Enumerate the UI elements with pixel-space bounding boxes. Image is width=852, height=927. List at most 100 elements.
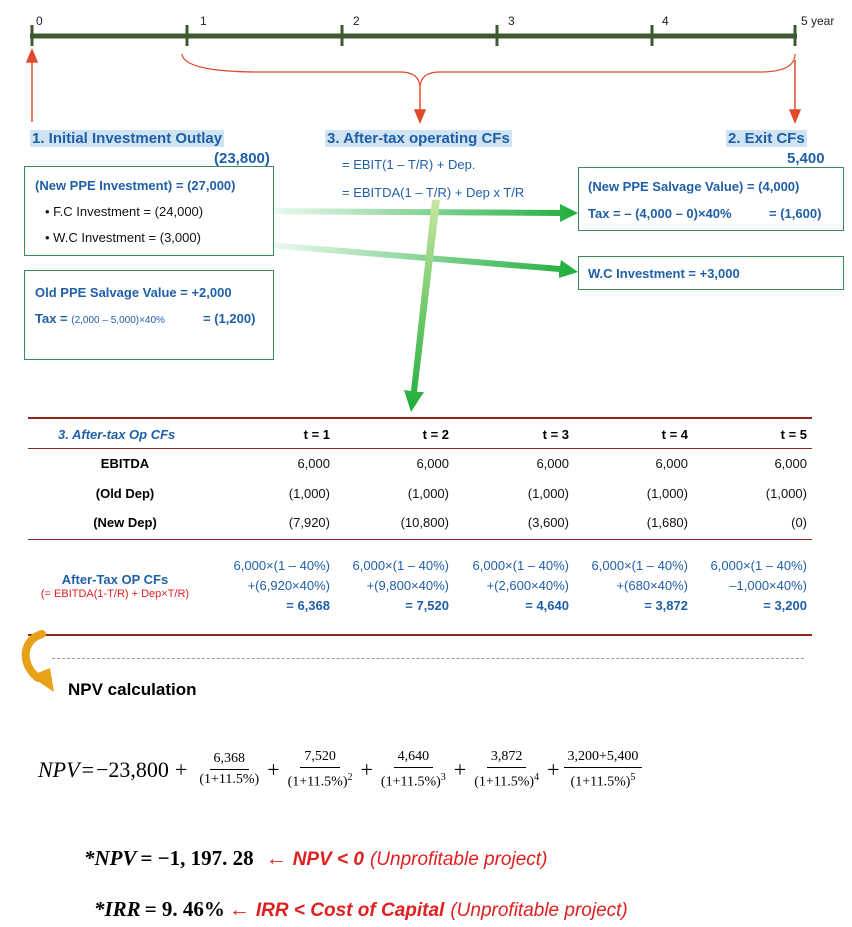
old-tax-label-text: Tax = [35, 311, 72, 326]
cf-calc-t1: 6,000×(1 – 40%) +(6,920×40%) = 6,368 [210, 556, 330, 616]
wc-investment-item: • W.C Investment = (3,000) [45, 230, 201, 245]
cf-calc-t3: 6,000×(1 – 40%) +(2,600×40%) = 4,640 [449, 556, 569, 616]
old-ppe-tax-label: Tax = (2,000 – 5,000)×40% [35, 311, 165, 326]
term-num: 7,520 [300, 748, 340, 768]
term-den-text: (1+11.5%) [287, 774, 348, 790]
irr-result-note: (Unprofitable project) [450, 900, 628, 921]
cf-calc-line: 6,000×(1 – 40%) [591, 558, 688, 573]
npv-initial: −23,800 [95, 756, 169, 782]
wc-recovery-box: W.C Investment = +3,000 [578, 256, 844, 290]
cf-calc-line: +(2,600×40%) [486, 578, 569, 593]
npv-result: *NPV = −1, 197. 28 ← NPV < 0 (Unprofitab… [84, 846, 547, 871]
exit-cf-title: 2. Exit CFs [726, 130, 807, 147]
table-cell: (0) [791, 515, 807, 530]
new-ppe-salvage-box: (New PPE Salvage Value) = (4,000) Tax = … [578, 167, 844, 231]
col-header-t2: t = 2 [422, 427, 449, 442]
npv-result-arrow: ← [265, 847, 287, 870]
wc-recovery-line: W.C Investment = +3,000 [588, 266, 740, 281]
cf-calc-line: 6,000×(1 – 40%) [472, 558, 569, 573]
old-ppe-tax-value: = (1,200) [203, 311, 256, 326]
term-num: 4,640 [393, 748, 434, 768]
salvage-line: (New PPE Salvage Value) = (4,000) [588, 179, 800, 194]
cf-calc-line: 6,000×(1 – 40%) [710, 558, 807, 573]
npv-term-5: 3,200+5,400 (1+11.5%)5 [563, 748, 643, 792]
tick-label-1: 1 [200, 14, 207, 28]
new-ppe-line: (New PPE Investment) = (27,000) [35, 178, 236, 193]
operating-cf-title: 3. After-tax operating CFs [325, 130, 512, 147]
npv-result-note: (Unprofitable project) [369, 849, 548, 870]
section-separator [52, 658, 804, 659]
cf-calc-line: +(680×40%) [616, 578, 688, 593]
initial-outlay-amount: (23,800) [214, 150, 270, 167]
plus-op: + [360, 756, 373, 782]
table-cell: (10,800) [400, 515, 449, 530]
npv-term-1: 6,368 (1+11.5%) [195, 750, 263, 789]
tick-label-0: 0 [36, 14, 43, 28]
fc-investment-text: F.C Investment = (24,000) [53, 204, 204, 219]
table-title: 3. After-tax Op CFs [58, 427, 176, 442]
table-cell: 6,000 [297, 456, 330, 471]
npv-lhs: NPV [38, 756, 80, 782]
exit-cf-amount: 5,400 [787, 150, 825, 167]
salvage-tax-value: = (1,600) [769, 206, 822, 221]
curved-arrow-icon [21, 630, 54, 692]
term-exp: 3 [440, 772, 446, 783]
row-label-old-dep: (Old Dep) [95, 486, 155, 501]
row-label-new-dep: (New Dep) [93, 515, 157, 530]
table-header-rule [28, 448, 812, 449]
table-cell: (1,000) [527, 486, 569, 501]
table-cell: 6,000 [536, 456, 569, 471]
npv-term-2: 7,520 (1+11.5%)2 [284, 748, 357, 792]
table-cell: (1,000) [407, 486, 449, 501]
cf-calc-line: 6,000×(1 – 40%) [233, 558, 330, 573]
cf-calc-result: = 4,640 [525, 598, 569, 613]
npv-result-value: = −1, 197. 28 [140, 846, 254, 870]
cf-calc-result: = 3,200 [763, 598, 807, 613]
npv-term-3: 4,640 (1+11.5%)3 [377, 748, 450, 792]
npv-term-4: 3,872 (1+11.5%)4 [470, 748, 543, 792]
old-ppe-box: Old PPE Salvage Value = +2,000 Tax = (2,… [24, 270, 274, 360]
table-cell: 6,000 [416, 456, 449, 471]
irr-result: *IRR = 9. 46% ← IRR < Cost of Capital (U… [94, 897, 628, 922]
table-cell: (1,680) [646, 515, 688, 530]
cf-row-label: After-Tax OP CFs [61, 572, 169, 587]
old-tax-formula: (2,000 – 5,000)×40% [71, 315, 165, 326]
cf-calc-line: –1,000×40%) [729, 578, 807, 593]
irr-result-arrow: ← [228, 898, 250, 921]
col-header-t4: t = 4 [661, 427, 688, 442]
irr-result-condition: IRR < Cost of Capital [255, 900, 445, 921]
irr-result-lhs: *IRR [94, 897, 141, 921]
cf-calc-t4: 6,000×(1 – 40%) +(680×40%) = 3,872 [568, 556, 688, 616]
cf-row-sublabel: (= EBITDA(1-T/R) + Dep×T/R) [40, 588, 190, 600]
col-header-t1: t = 1 [303, 427, 330, 442]
term-exp: 5 [630, 772, 636, 783]
cf-calc-result: = 6,368 [286, 598, 330, 613]
plus-op: + [453, 756, 467, 782]
term-den: (1+11.5%)3 [377, 768, 450, 792]
row-label-ebitda: EBITDA [100, 456, 150, 471]
term-den: (1+11.5%)4 [470, 768, 543, 792]
table-cell: 6,000 [774, 456, 807, 471]
table-bottom-rule [28, 634, 812, 636]
operating-brace [181, 53, 796, 89]
term-num: 3,200+5,400 [563, 748, 643, 768]
green-arrows [245, 200, 578, 412]
cf-calc-result: = 3,872 [644, 598, 688, 613]
table-cell: (1,000) [765, 486, 807, 501]
tick-label-4: 4 [662, 14, 669, 28]
old-ppe-line: Old PPE Salvage Value = +2,000 [35, 285, 232, 300]
irr-result-value: = 9. 46% [144, 897, 225, 921]
term-den: (1+11.5%)2 [284, 768, 357, 792]
col-header-t5: t = 5 [780, 427, 807, 442]
cf-calc-result: = 7,520 [405, 598, 449, 613]
table-cell: (1,000) [288, 486, 330, 501]
term-den: (1+11.5%)5 [567, 768, 640, 792]
npv-result-lhs: *NPV [84, 846, 137, 870]
table-cell: (3,600) [527, 515, 569, 530]
npv-heading: NPV calculation [68, 680, 197, 699]
new-ppe-box: (New PPE Investment) = (27,000) • F.C In… [24, 166, 274, 256]
term-den-text: (1+11.5%) [199, 772, 260, 788]
tick-label-2: 2 [353, 14, 360, 28]
tick-label-5: 5 year [801, 14, 835, 28]
term-den: (1+11.5%) [195, 770, 263, 789]
